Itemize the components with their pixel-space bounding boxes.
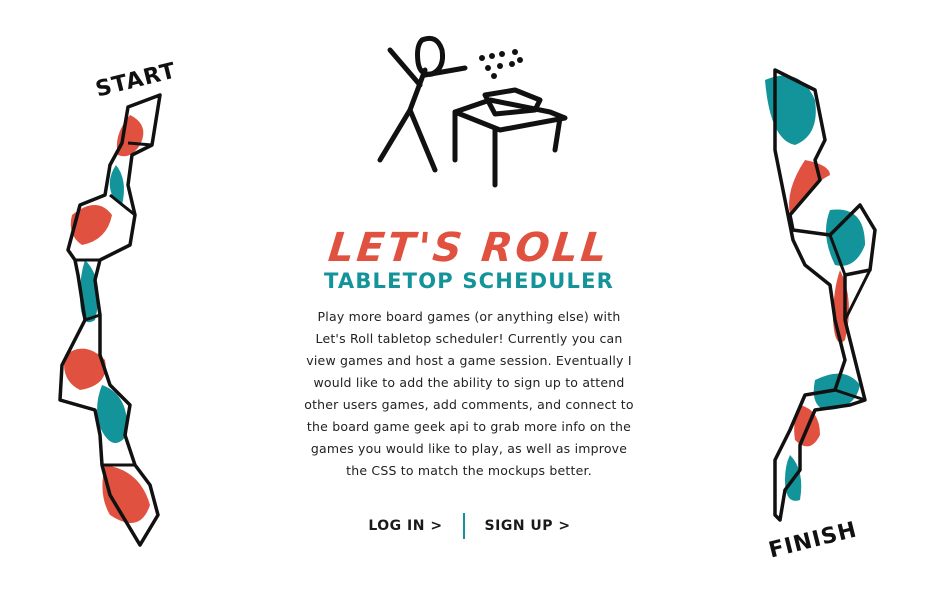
signup-link[interactable]: SIGN UP >: [485, 518, 571, 534]
hero-section: LET'S ROLL TABLETOP SCHEDULER Play more …: [299, 225, 639, 482]
left-board-path-icon: [58, 93, 162, 547]
person-rolling-dice-icon: [377, 35, 568, 188]
divider: [462, 513, 465, 539]
right-board-path-icon: [765, 68, 877, 522]
page-subtitle: TABLETOP SCHEDULER: [324, 269, 614, 293]
login-link[interactable]: LOG IN >: [368, 518, 442, 534]
auth-actions: LOG IN > SIGN UP >: [0, 513, 939, 539]
page-title: LET'S ROLL: [326, 225, 612, 271]
hero-description: Play more board games (or anything else)…: [304, 309, 634, 478]
